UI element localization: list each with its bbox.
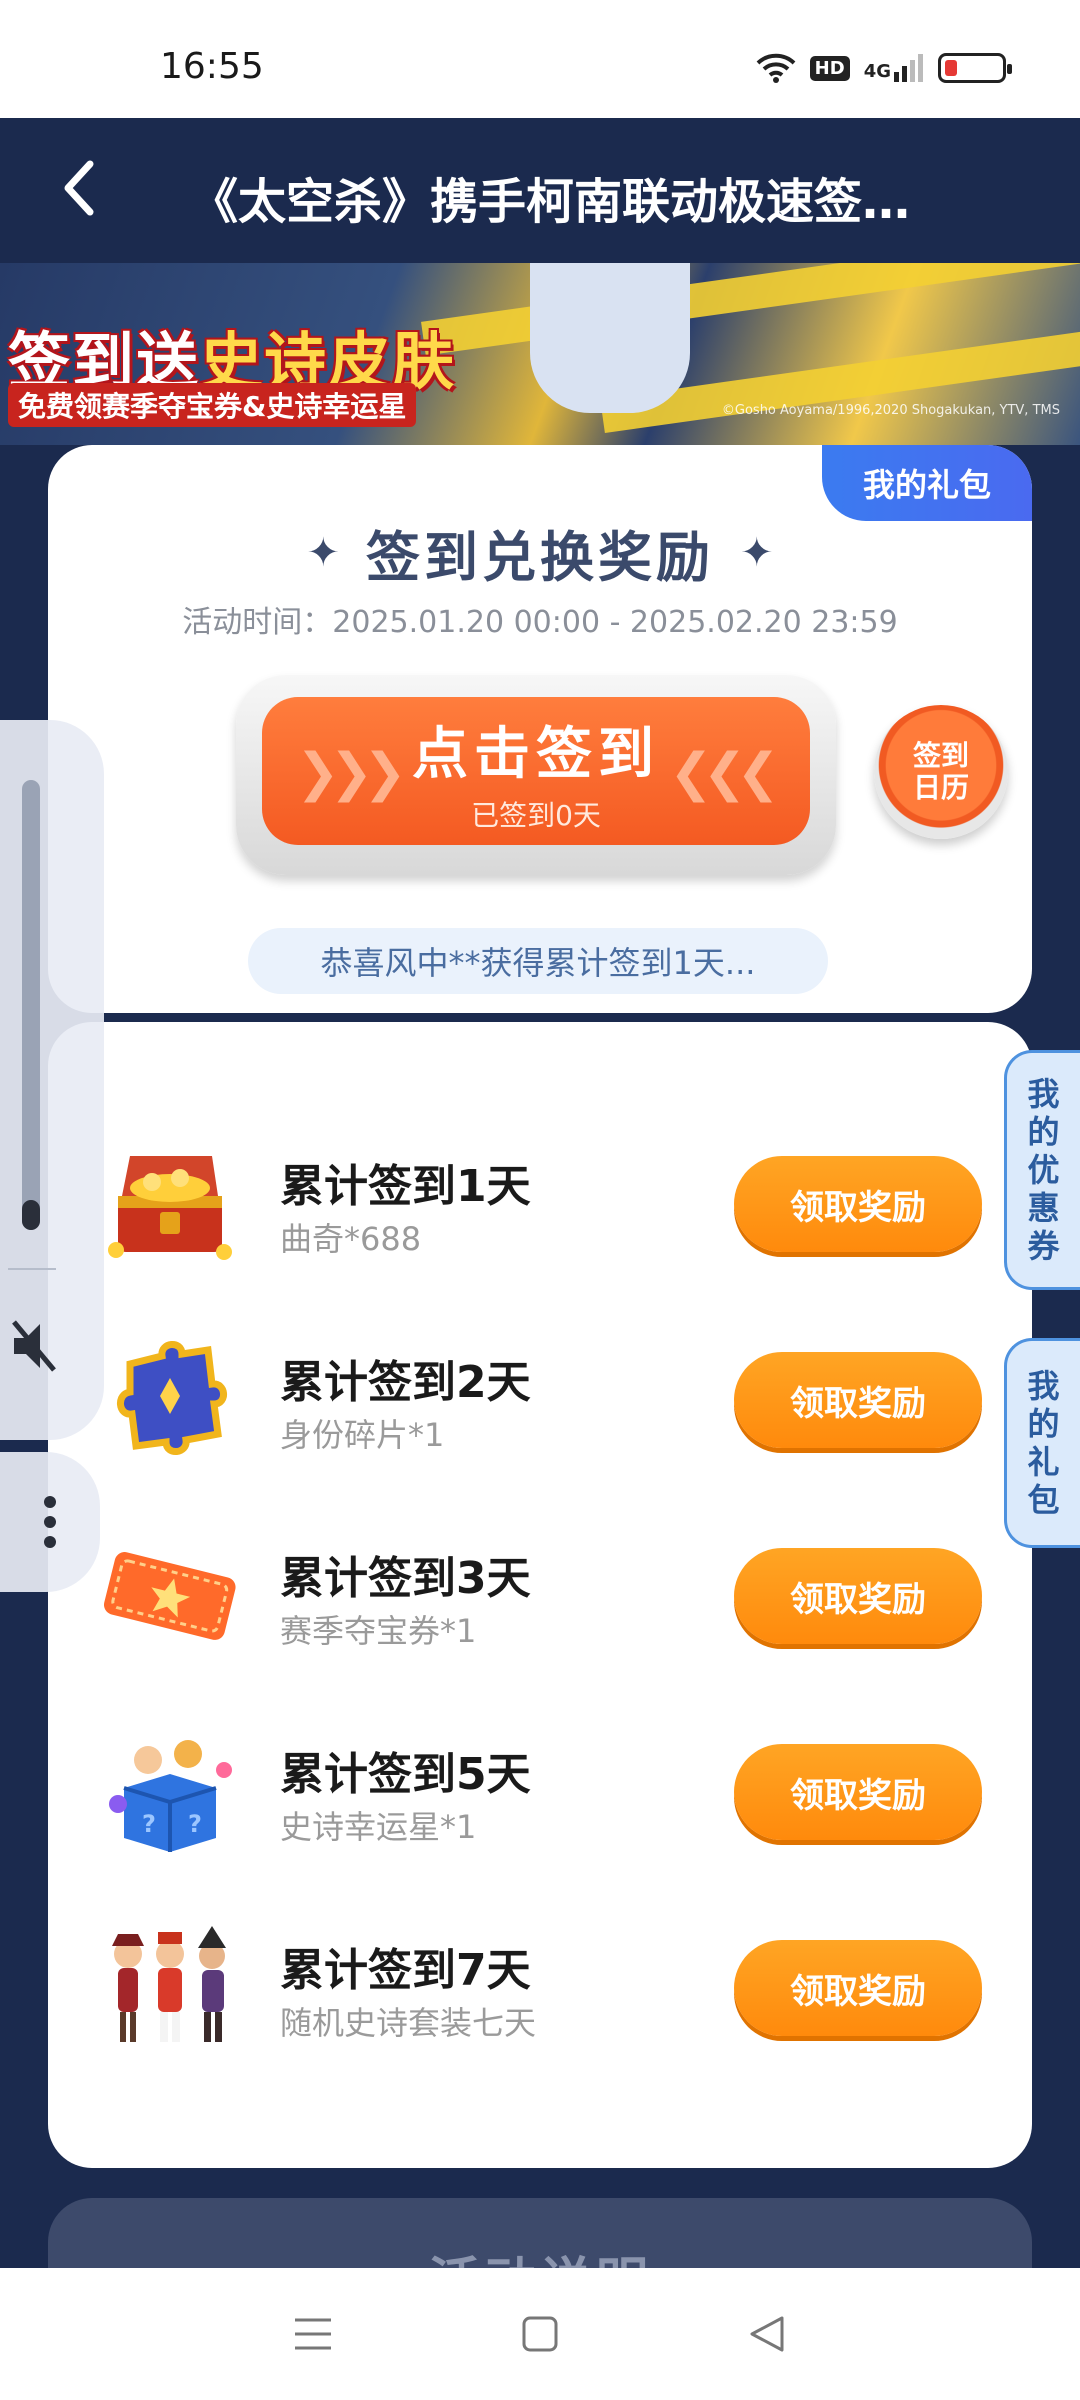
my-gifts-side-label: 我的礼包 <box>1027 1367 1060 1519</box>
card-heading-row: ✦ 签到兑换奖励 ✦ <box>48 513 1032 592</box>
reward-title: 累计签到2天 <box>280 1357 531 1408</box>
treasure-chest-icon <box>108 1156 232 1260</box>
character-figure <box>530 263 690 413</box>
wifi-icon <box>756 53 796 83</box>
battery-low-icon <box>938 53 1012 83</box>
reward-title: 累计签到1天 <box>280 1161 531 1212</box>
mute-icon[interactable] <box>10 1316 60 1376</box>
ticket-icon <box>103 1552 236 1640</box>
checkin-button[interactable]: ❯❯❯ ❮❮❮ 点击签到 已签到0天 <box>262 697 810 845</box>
reward-row: 累计签到7天 随机史诗套装七天 领取奖励 <box>48 1912 1032 2062</box>
page-title: 《太空杀》携手柯南联动极速签… <box>190 174 910 230</box>
home-icon <box>522 2316 558 2352</box>
banner-copyright: ©Gosho Aoyama/1996,2020 Shogakukan, YTV,… <box>721 403 1060 418</box>
mystery-box-icon: ? ? <box>109 1740 232 1852</box>
reward-row: 累计签到3天 赛季夺宝券*1 领取奖励 <box>48 1520 1032 1670</box>
checkin-status: 已签到0天 <box>471 798 601 832</box>
svg-text:?: ? <box>188 1810 202 1838</box>
battery-level <box>945 60 957 76</box>
network-type-label: 4G <box>863 61 891 82</box>
promo-banner[interactable]: 签到送史诗皮肤 免费领赛季夺宝券&史诗幸运星 ©Gosho Aoyama/199… <box>0 263 1080 445</box>
reward-title: 累计签到7天 <box>280 1945 531 1996</box>
my-coupons-label: 我的优惠券 <box>1027 1075 1060 1265</box>
reward-title: 累计签到5天 <box>280 1749 531 1800</box>
system-nav-bar <box>0 2268 1080 2400</box>
notice-bar: 恭喜风中**获得累计签到1天... <box>248 928 828 994</box>
back-nav-button[interactable] <box>727 2294 807 2374</box>
checkin-button-label: 点击签到 <box>412 721 660 787</box>
my-gift-tab[interactable]: 我的礼包 <box>822 445 1032 521</box>
my-gifts-side-tab[interactable]: 我的礼包 <box>1004 1338 1080 1548</box>
caution-tape <box>421 263 1080 356</box>
status-icons: HD 4G <box>756 52 1012 84</box>
reward-row: 累计签到1天 曲奇*688 领取奖励 <box>48 1128 1032 1278</box>
reward-row: 累计签到2天 身份碎片*1 领取奖励 <box>48 1324 1032 1474</box>
hd-icon: HD <box>809 55 850 81</box>
claim-reward-button[interactable]: 领取奖励 <box>734 1744 982 1840</box>
card-heading: 签到兑换奖励 <box>366 526 714 589</box>
reward-desc: 身份碎片*1 <box>280 1416 445 1454</box>
character-costumes-icon <box>112 1926 226 2042</box>
claim-reward-button[interactable]: 领取奖励 <box>734 1940 982 2036</box>
banner-subtitle: 免费领赛季夺宝券&史诗幸运星 <box>8 383 417 427</box>
my-coupons-tab[interactable]: 我的优惠券 <box>1004 1050 1080 1290</box>
reward-desc: 随机史诗套装七天 <box>280 2004 537 2042</box>
calendar-button[interactable]: 签到日历 <box>874 705 1008 839</box>
claim-reward-button[interactable]: 领取奖励 <box>734 1156 982 1252</box>
svg-text:?: ? <box>142 1810 156 1838</box>
signal-4g-icon: 4G <box>864 54 924 82</box>
more-vertical-icon <box>44 1496 56 1548</box>
volume-slider-level <box>22 1200 40 1230</box>
reward-title: 累计签到3天 <box>280 1553 531 1604</box>
volume-slider[interactable] <box>22 780 40 1230</box>
reward-desc: 史诗幸运星*1 <box>280 1808 477 1846</box>
home-button[interactable] <box>500 2294 580 2374</box>
chevrons-left-icon: ❮❮❮ <box>669 743 780 803</box>
chevron-left-icon <box>64 160 94 216</box>
status-bar: 16:55 HD 4G <box>0 0 1080 118</box>
chevrons-right-icon: ❯❯❯ <box>296 743 407 803</box>
reward-desc: 赛季夺宝券*1 <box>280 1612 477 1650</box>
puzzle-piece-icon <box>117 1341 227 1455</box>
claim-reward-button[interactable]: 领取奖励 <box>734 1352 982 1448</box>
calendar-button-label: 签到日历 <box>912 739 969 804</box>
checkin-button-frame: ❯❯❯ ❮❮❮ 点击签到 已签到0天 <box>236 675 836 875</box>
sparkle-icon: ✦ <box>306 529 340 576</box>
reward-desc: 曲奇*688 <box>280 1220 422 1258</box>
signal-bars-icon <box>894 54 923 82</box>
rewards-card: 累计签到1天 曲奇*688 领取奖励 累计签到2天 身份碎片*1 领取奖励 累计… <box>48 1022 1032 2168</box>
activity-time: 活动时间：2025.01.20 00:00 - 2025.02.20 23:59 <box>182 605 898 640</box>
volume-panel <box>0 720 104 1440</box>
menu-icon <box>295 2318 332 2350</box>
back-icon <box>750 2316 784 2352</box>
reward-row: ? ? 累计签到5天 史诗幸运星*1 领取奖励 <box>48 1716 1032 1866</box>
sparkle-icon: ✦ <box>740 529 774 576</box>
more-options-button[interactable] <box>0 1452 100 1592</box>
recents-button[interactable] <box>273 2294 353 2374</box>
claim-reward-button[interactable]: 领取奖励 <box>734 1548 982 1644</box>
page-header: 《太空杀》携手柯南联动极速签… <box>0 118 1080 263</box>
back-button[interactable] <box>48 158 108 218</box>
volume-divider <box>8 1268 56 1270</box>
checkin-card: 我的礼包 ✦ 签到兑换奖励 ✦ 活动时间：2025.01.20 00:00 - … <box>48 445 1032 1013</box>
status-time: 16:55 <box>160 46 264 87</box>
